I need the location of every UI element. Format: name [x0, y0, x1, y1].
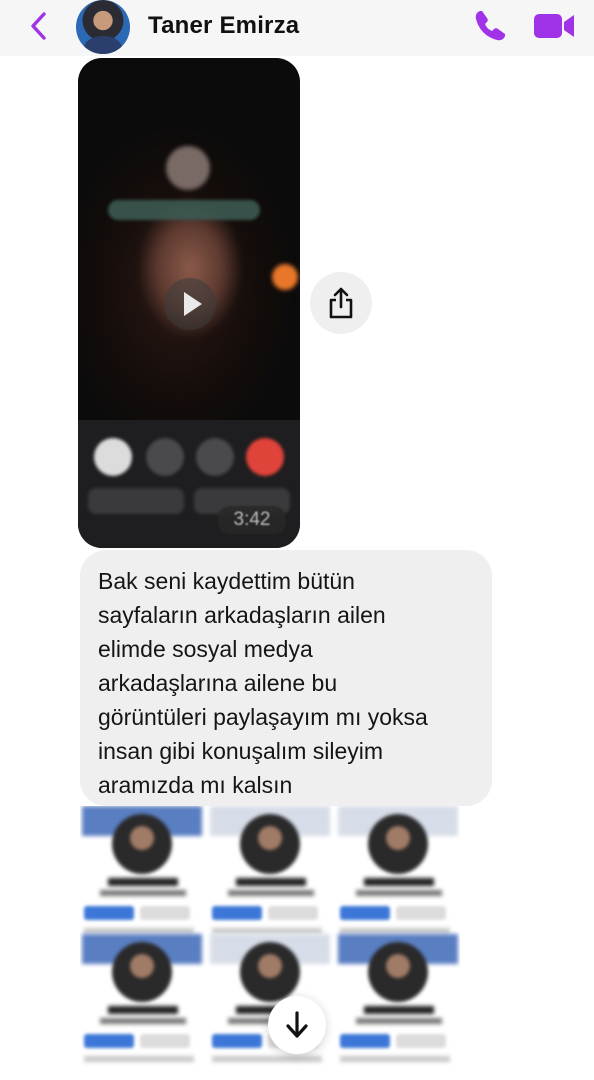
profile-tile — [82, 934, 202, 1064]
share-icon — [329, 287, 353, 319]
profile-tile — [338, 934, 458, 1064]
video-control-button — [196, 438, 234, 476]
video-thumbnail — [78, 58, 300, 468]
profile-tile — [210, 806, 330, 936]
profiles-screenshot-image[interactable] — [80, 806, 460, 1080]
video-message[interactable]: 3:42 — [78, 58, 300, 548]
video-control-button — [146, 438, 184, 476]
play-icon[interactable] — [164, 278, 216, 330]
video-control-pill — [88, 488, 184, 514]
arrow-down-icon — [286, 1011, 308, 1038]
video-control-button — [94, 438, 132, 476]
video-duration: 3:42 — [218, 506, 286, 534]
video-end-call-button — [246, 438, 284, 476]
video-camera-icon — [534, 14, 574, 38]
scroll-to-bottom-button[interactable] — [268, 996, 326, 1054]
chat-header: Taner Emirza — [0, 0, 594, 56]
voice-call-button[interactable] — [470, 6, 510, 46]
video-pip-avatar — [166, 146, 210, 190]
contact-name[interactable]: Taner Emirza — [148, 12, 299, 40]
profile-tile — [82, 806, 202, 936]
phone-icon — [475, 11, 505, 41]
video-caption-bar — [108, 200, 260, 220]
chevron-left-icon — [31, 12, 46, 40]
profile-tile — [338, 806, 458, 936]
share-button[interactable] — [310, 272, 372, 334]
video-call-button[interactable] — [532, 10, 578, 42]
contact-avatar[interactable] — [76, 0, 130, 54]
video-indicator-dot — [272, 264, 298, 290]
message-text: Bak seni kaydettim bütün sayfaların arka… — [98, 568, 428, 798]
back-button[interactable] — [22, 8, 58, 44]
received-message-bubble[interactable]: Bak seni kaydettim bütün sayfaların arka… — [80, 550, 492, 806]
